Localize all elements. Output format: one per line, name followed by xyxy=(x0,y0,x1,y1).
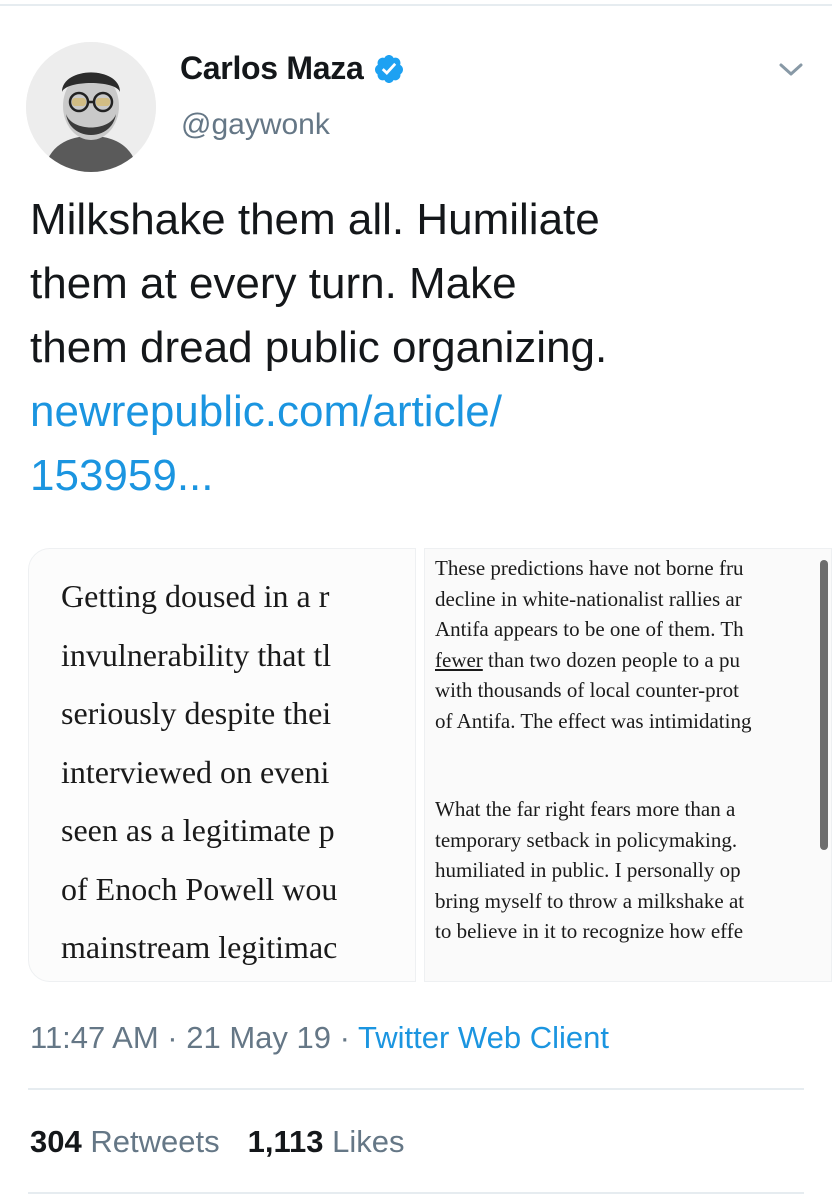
chevron-down-icon[interactable] xyxy=(776,58,806,80)
tweet-text-line: them dread public organizing. xyxy=(30,323,608,372)
divider xyxy=(28,1088,804,1090)
excerpt-line: to believe in it to recognize how effe xyxy=(435,919,744,943)
media-attachments: Getting doused in a r invulnerability th… xyxy=(28,548,832,984)
excerpt-line: invulnerability that tl xyxy=(61,636,332,673)
media-image-right[interactable]: These predictions have not borne fru dec… xyxy=(424,548,832,982)
excerpt-line: humiliated in public. I personally op xyxy=(435,858,741,882)
avatar-photo-icon xyxy=(26,42,156,172)
article-link-line[interactable]: newrepublic.com/article/ xyxy=(30,380,800,444)
excerpt-line: bring myself to throw a milkshake at xyxy=(435,888,745,913)
excerpt-line: What the far right fears more than a xyxy=(435,797,736,821)
tweet-time[interactable]: 11:47 AM xyxy=(30,1020,159,1055)
article-link-line[interactable]: 153959... xyxy=(30,444,800,508)
tweet-date[interactable]: 21 May 19 xyxy=(186,1020,331,1055)
media-image-left[interactable]: Getting doused in a r invulnerability th… xyxy=(28,548,416,982)
retweets-label: Retweets xyxy=(90,1124,220,1159)
likes-stat[interactable]: 1,113 Likes xyxy=(248,1124,405,1159)
excerpt-line: of Antifa. The effect was intimidating xyxy=(435,708,752,733)
author-name-row[interactable]: Carlos Maza xyxy=(180,50,405,87)
underlined-word: fewer xyxy=(435,647,483,672)
excerpt-line: seen as a legitimate p xyxy=(61,812,335,848)
tweet-text-line: Milkshake them all. Humiliate xyxy=(30,195,600,244)
article-link[interactable]: newrepublic.com/article/ 153959... xyxy=(30,380,800,508)
tweet-client-link[interactable]: Twitter Web Client xyxy=(358,1020,609,1055)
excerpt-line: interviewed on eveni xyxy=(61,753,330,790)
excerpt-line: These predictions have not borne fru xyxy=(435,556,744,580)
excerpt-line-rest: than two dozen people to a pu xyxy=(482,647,740,672)
tweet-metadata: 11:47 AM · 21 May 19 · Twitter Web Clien… xyxy=(30,1020,609,1056)
top-divider xyxy=(0,0,832,6)
likes-label: Likes xyxy=(332,1124,405,1159)
excerpt-line: fewer than two dozen people to a pu xyxy=(435,645,751,676)
meta-separator: · xyxy=(158,1020,187,1055)
meta-separator: · xyxy=(331,1020,359,1055)
author-avatar[interactable] xyxy=(26,42,156,172)
engagement-stats: 304 Retweets 1,113 Likes xyxy=(30,1124,404,1160)
excerpt-line: temporary setback in policymaking. xyxy=(435,827,738,852)
excerpt-line: Getting doused in a r xyxy=(61,578,330,614)
retweets-count: 304 xyxy=(30,1124,82,1159)
verified-badge-icon xyxy=(375,54,404,83)
right-excerpt-paragraph-1: These predictions have not borne fru dec… xyxy=(435,553,751,736)
right-excerpt-paragraph-2: What the far right fears more than a tem… xyxy=(435,794,744,947)
author-handle[interactable]: @gaywonk xyxy=(181,108,330,142)
left-excerpt: Getting doused in a r invulnerability th… xyxy=(61,567,337,977)
retweets-stat[interactable]: 304 Retweets xyxy=(30,1124,220,1159)
author-display-name[interactable]: Carlos Maza xyxy=(180,50,364,87)
tweet-text: Milkshake them all. Humiliate them at ev… xyxy=(30,188,800,380)
excerpt-line: of Enoch Powell wou xyxy=(61,870,338,907)
tweet-text-line: them at every turn. Make xyxy=(30,259,517,308)
divider xyxy=(28,1192,804,1194)
likes-count: 1,113 xyxy=(247,1124,324,1159)
excerpt-line: decline in white-nationalist rallies ar xyxy=(435,586,742,611)
excerpt-line: Antifa appears to be one of them. Th xyxy=(435,617,744,641)
excerpt-line: seriously despite thei xyxy=(61,695,332,731)
scrollbar-thumb[interactable] xyxy=(820,560,828,850)
excerpt-line: with thousands of local counter-prot xyxy=(435,678,740,702)
excerpt-line: mainstream legitimac xyxy=(61,929,338,965)
